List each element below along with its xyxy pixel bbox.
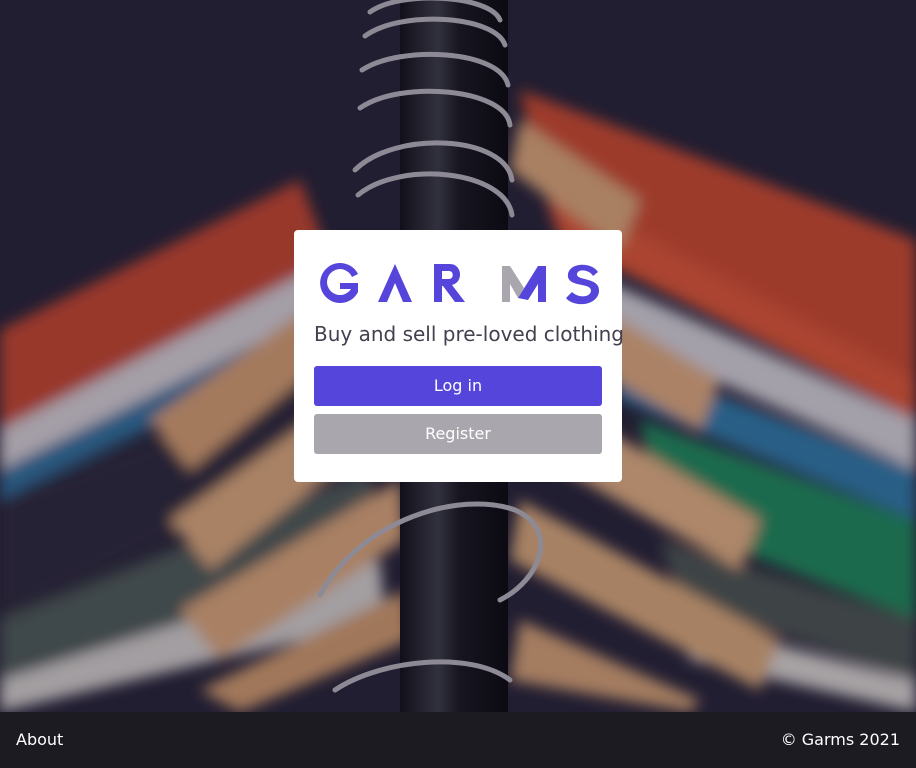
garms-logo [320,263,600,305]
copyright-text: © Garms 2021 [780,730,900,749]
footer: About © Garms 2021 [0,712,916,768]
tagline: Buy and sell pre-loved clothing [314,322,624,346]
welcome-card: Buy and sell pre-loved clothing Log in R… [294,230,624,482]
about-link[interactable]: About [16,730,63,749]
login-button[interactable]: Log in [314,366,602,406]
register-button[interactable]: Register [314,414,602,454]
